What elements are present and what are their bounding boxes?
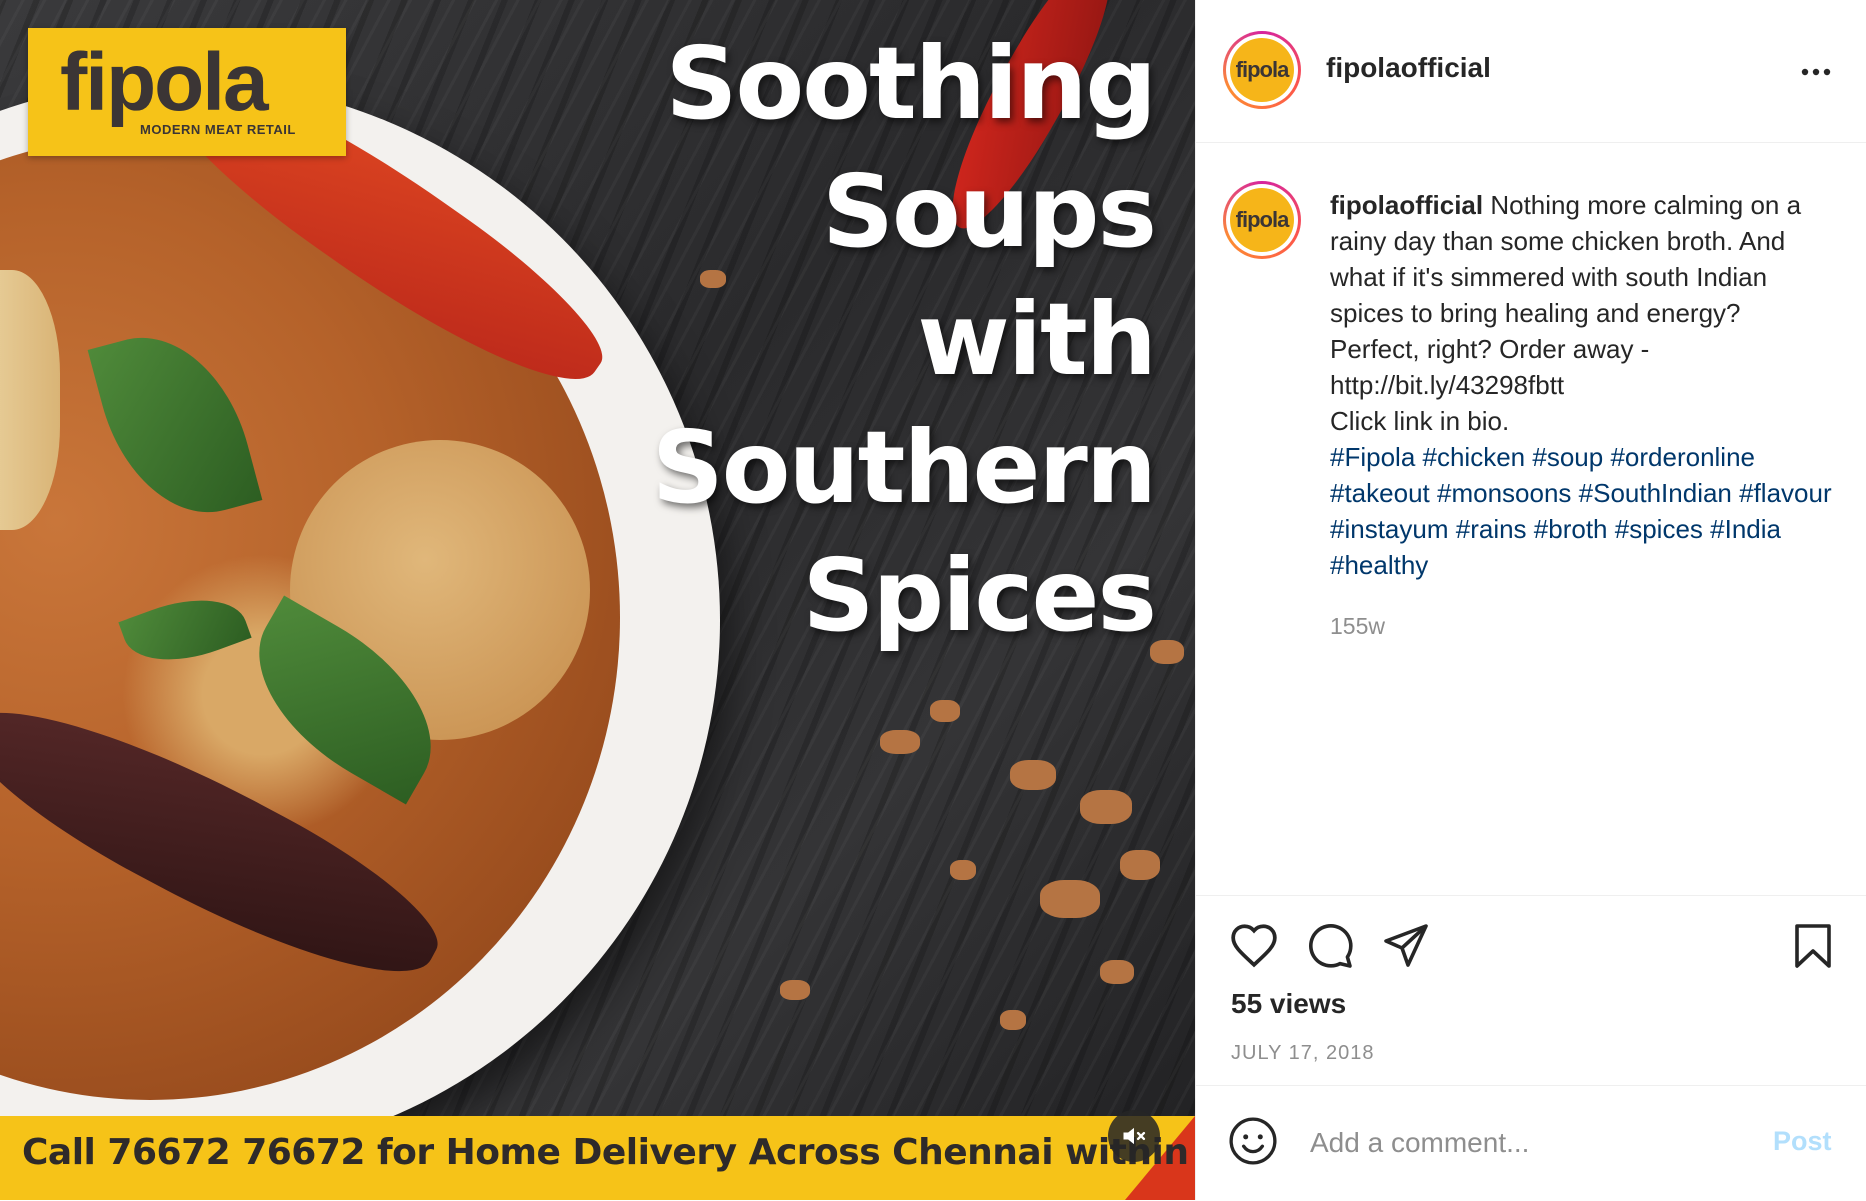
view-count[interactable]: 55 views: [1231, 988, 1346, 1020]
post-date: JULY 17, 2018: [1231, 1042, 1375, 1064]
hashtag-link[interactable]: #broth: [1534, 514, 1608, 544]
spice-crumb: [950, 860, 976, 880]
caption-area: fipola fipolaofficial Nothing more calmi…: [1196, 143, 1866, 895]
headline-line: with: [917, 281, 1157, 398]
delivery-banner: Call 76672 76672 for Home Delivery Acros…: [0, 1116, 1195, 1200]
spice-crumb: [780, 980, 810, 1000]
speaker-muted-icon: [1123, 1127, 1146, 1145]
bookmark-icon[interactable]: [1792, 922, 1834, 970]
emoji-icon[interactable]: [1228, 1116, 1278, 1166]
post-side-panel: fipola fipolaofficial fipola fipolaoffic…: [1195, 0, 1866, 1200]
hashtag-link[interactable]: #takeout: [1330, 478, 1430, 508]
hashtag-list: #Fipola #chicken #soup #orderonline #tak…: [1330, 442, 1832, 580]
logo-tagline: MODERN MEAT RETAIL: [140, 122, 296, 137]
logo-word: fipola: [60, 37, 269, 128]
caption-line2: Click link in bio.: [1330, 406, 1510, 436]
hashtag-link[interactable]: #healthy: [1330, 550, 1428, 580]
hashtag-link[interactable]: #orderonline: [1610, 442, 1755, 472]
spice-crumb: [930, 700, 960, 722]
avatar-logo: fipola: [1230, 38, 1294, 102]
hashtag-link[interactable]: #chicken: [1423, 442, 1526, 472]
media-headline: Soothing Soups with Southern Spices: [515, 20, 1157, 660]
action-bar: 55 views JULY 17, 2018: [1196, 895, 1866, 1086]
hashtag-link[interactable]: #India: [1710, 514, 1781, 544]
post-header: fipola fipolaofficial: [1196, 0, 1866, 143]
post-media[interactable]: fipola MODERN MEAT RETAIL Soothing Soups…: [0, 0, 1195, 1200]
comment-input[interactable]: [1308, 1114, 1732, 1172]
more-horizontal-icon: [1801, 68, 1831, 76]
headline-line: Soothing: [665, 25, 1157, 142]
spice-crumb: [1080, 790, 1132, 824]
hashtag-link[interactable]: #rains: [1456, 514, 1527, 544]
caption-username[interactable]: fipolaofficial: [1330, 190, 1483, 220]
hashtag-link[interactable]: #soup: [1532, 442, 1603, 472]
banner-text: Call 76672 76672 for Home Delivery Acros…: [22, 1132, 1195, 1173]
fipola-logo: fipola MODERN MEAT RETAIL: [28, 28, 346, 156]
headline-line: Southern: [651, 409, 1157, 526]
spice-crumb: [1000, 1010, 1026, 1030]
headline-line: Spices: [802, 537, 1157, 654]
hashtag-link[interactable]: #flavour: [1739, 478, 1832, 508]
comment-icon[interactable]: [1306, 922, 1354, 970]
spice-crumb: [1100, 960, 1134, 984]
hashtag-link[interactable]: #spices: [1615, 514, 1703, 544]
spice-crumb: [1150, 640, 1184, 664]
mute-button[interactable]: [1108, 1110, 1160, 1162]
spice-crumb: [1120, 850, 1160, 880]
caption-text: fipolaofficial Nothing more calming on a…: [1330, 187, 1835, 583]
spice-crumb: [1010, 760, 1056, 790]
hashtag-link[interactable]: #instayum: [1330, 514, 1449, 544]
headline-line: Soups: [821, 153, 1157, 270]
hashtag-link[interactable]: #SouthIndian: [1579, 478, 1732, 508]
avatar-logo: fipola: [1230, 188, 1294, 252]
caption-avatar[interactable]: fipola: [1223, 181, 1301, 259]
hashtag-link[interactable]: #monsoons: [1437, 478, 1571, 508]
hashtag-link[interactable]: #Fipola: [1330, 442, 1415, 472]
post-comment-button[interactable]: Post: [1773, 1126, 1832, 1157]
username-link[interactable]: fipolaofficial: [1326, 52, 1491, 84]
avatar[interactable]: fipola: [1223, 31, 1301, 109]
caption-body: Nothing more calming on a rainy day than…: [1330, 190, 1802, 400]
share-icon[interactable]: [1382, 922, 1430, 968]
spice-crumb: [1040, 880, 1100, 918]
spice-crumb: [880, 730, 920, 754]
post-age[interactable]: 155w: [1330, 613, 1385, 640]
comment-bar: Post: [1196, 1085, 1866, 1201]
more-options-button[interactable]: [1796, 52, 1836, 92]
heart-icon[interactable]: [1229, 922, 1279, 968]
